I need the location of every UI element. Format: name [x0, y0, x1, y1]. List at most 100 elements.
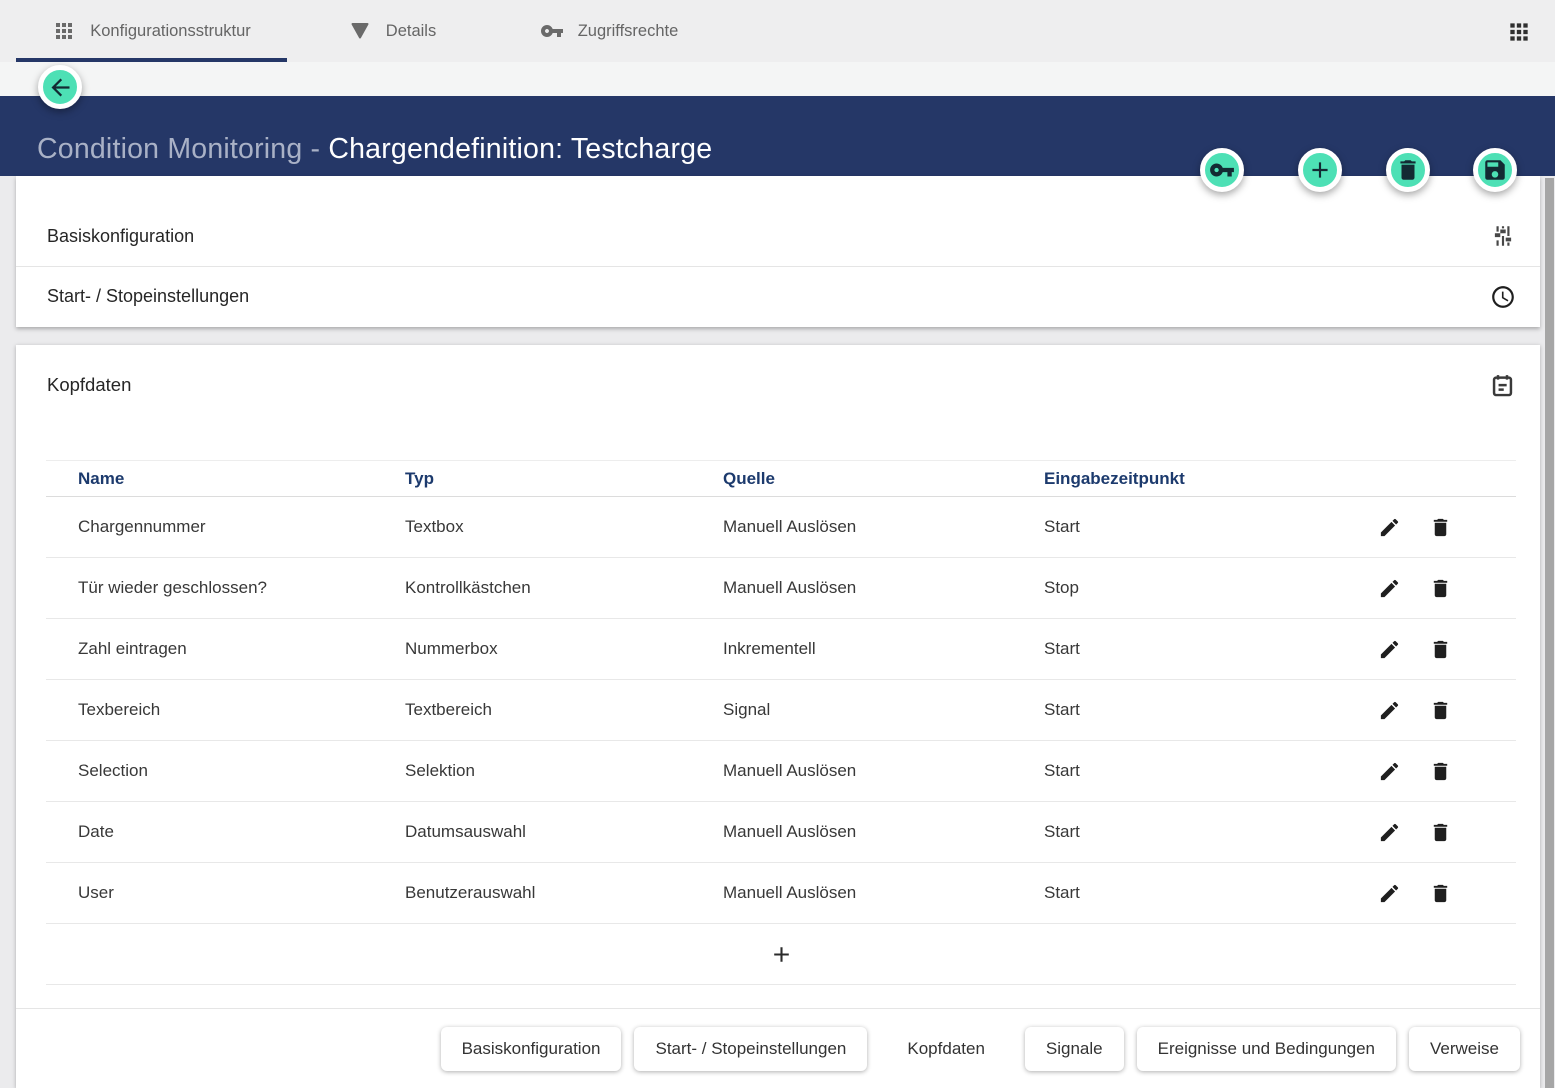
- table-header-row: NameTypQuelleEingabezeitpunkt: [46, 460, 1516, 497]
- cell-typ: Benutzerauswahl: [405, 883, 723, 903]
- key-icon: [540, 19, 564, 43]
- add-row-button[interactable]: [46, 924, 1516, 985]
- edit-icon[interactable]: [1378, 760, 1401, 783]
- footer-button-start-stopeinstellungen[interactable]: Start- / Stopeinstellungen: [634, 1027, 867, 1071]
- tab-label: Details: [386, 22, 436, 41]
- grid-icon: [52, 19, 76, 43]
- calendar-icon: [1489, 372, 1516, 399]
- plus-icon: [769, 942, 794, 967]
- cell-name: Tür wieder geschlossen?: [78, 578, 405, 598]
- scrollbar[interactable]: [1545, 178, 1554, 1088]
- table-row: TexbereichTextbereichSignalStart: [46, 680, 1516, 741]
- bottom-navigation: Basiskonfiguration Start- / Stopeinstellu…: [16, 1008, 1540, 1088]
- table-row: SelectionSelektionManuell AuslösenStart: [46, 741, 1516, 802]
- sliders-icon: [1490, 223, 1516, 249]
- edit-icon[interactable]: [1378, 821, 1401, 844]
- footer-button-signale[interactable]: Signale: [1025, 1027, 1124, 1071]
- cell-eingabezeitpunkt: Start: [1044, 639, 1360, 659]
- clock-icon: [1490, 284, 1516, 310]
- cell-name: Texbereich: [78, 700, 405, 720]
- footer-button-verweise[interactable]: Verweise: [1409, 1027, 1520, 1071]
- cell-typ: Textbox: [405, 517, 723, 537]
- cell-eingabezeitpunkt: Stop: [1044, 578, 1360, 598]
- trash-icon[interactable]: [1429, 699, 1452, 722]
- cell-eingabezeitpunkt: Start: [1044, 883, 1360, 903]
- footer-button-kopfdaten[interactable]: Kopfdaten: [880, 1027, 1012, 1071]
- save-button[interactable]: [1473, 148, 1517, 192]
- key-button[interactable]: [1200, 148, 1244, 192]
- row-actions: [1360, 760, 1516, 783]
- section-label: Basiskonfiguration: [47, 226, 1490, 247]
- top-tab-bar: Konfigurationsstruktur Details Zugriffsrec…: [0, 0, 1555, 62]
- header-spacer: [0, 62, 1555, 96]
- cell-quelle: Inkrementell: [723, 639, 1044, 659]
- funnel-icon: [348, 19, 372, 43]
- kopfdaten-header: Kopfdaten: [47, 369, 1516, 401]
- cell-quelle: Manuell Auslösen: [723, 517, 1044, 537]
- delete-button[interactable]: [1386, 148, 1430, 192]
- tab-details[interactable]: Details: [287, 0, 497, 62]
- row-actions: [1360, 821, 1516, 844]
- edit-icon[interactable]: [1378, 699, 1401, 722]
- kopfdaten-title: Kopfdaten: [47, 374, 1489, 396]
- trash-icon[interactable]: [1429, 577, 1452, 600]
- row-actions: [1360, 882, 1516, 905]
- cell-quelle: Signal: [723, 700, 1044, 720]
- row-actions: [1360, 516, 1516, 539]
- tab-list: Konfigurationsstruktur Details Zugriffsrec…: [16, 0, 721, 62]
- section-row-clock[interactable]: Start- / Stopeinstellungen: [16, 266, 1540, 326]
- table-row: DateDatumsauswahlManuell AuslösenStart: [46, 802, 1516, 863]
- cell-quelle: Manuell Auslösen: [723, 883, 1044, 903]
- plus-icon: [1307, 157, 1333, 183]
- cell-eingabezeitpunkt: Start: [1044, 517, 1360, 537]
- column-header: Name: [78, 469, 405, 489]
- cell-eingabezeitpunkt: Start: [1044, 761, 1360, 781]
- section-row-sliders[interactable]: Basiskonfiguration: [16, 206, 1540, 266]
- cell-quelle: Manuell Auslösen: [723, 822, 1044, 842]
- tab-zugriffsrechte[interactable]: Zugriffsrechte: [497, 0, 721, 62]
- footer-button-ereignisse-und-bedingungen[interactable]: Ereignisse und Bedingungen: [1137, 1027, 1396, 1071]
- row-actions: [1360, 638, 1516, 661]
- cell-name: Zahl eintragen: [78, 639, 405, 659]
- edit-icon[interactable]: [1378, 577, 1401, 600]
- edit-icon[interactable]: [1378, 882, 1401, 905]
- tab-label: Zugriffsrechte: [578, 22, 679, 41]
- table-row: Zahl eintragenNummerboxInkrementellStart: [46, 619, 1516, 680]
- column-header: Typ: [405, 469, 723, 489]
- tab-label: Konfigurationsstruktur: [90, 22, 251, 41]
- cell-quelle: Manuell Auslösen: [723, 578, 1044, 598]
- trash-icon[interactable]: [1429, 882, 1452, 905]
- cell-quelle: Manuell Auslösen: [723, 761, 1044, 781]
- page-title: Condition Monitoring - Chargendefinition…: [37, 133, 712, 166]
- cell-eingabezeitpunkt: Start: [1044, 822, 1360, 842]
- table-row: ChargennummerTextboxManuell AuslösenStar…: [46, 497, 1516, 558]
- add-button[interactable]: [1298, 148, 1342, 192]
- save-icon: [1482, 157, 1508, 183]
- kopfdaten-card: Kopfdaten NameTypQuelleEingabezeitpunkt …: [16, 345, 1540, 1088]
- edit-icon[interactable]: [1378, 516, 1401, 539]
- trash-icon[interactable]: [1429, 638, 1452, 661]
- footer-button-basiskonfiguration[interactable]: Basiskonfiguration: [441, 1027, 622, 1071]
- row-actions: [1360, 577, 1516, 600]
- cell-name: Selection: [78, 761, 405, 781]
- column-header: Quelle: [723, 469, 1044, 489]
- cell-typ: Nummerbox: [405, 639, 723, 659]
- edit-icon[interactable]: [1378, 638, 1401, 661]
- row-actions: [1360, 699, 1516, 722]
- trash-icon[interactable]: [1429, 516, 1452, 539]
- cell-typ: Selektion: [405, 761, 723, 781]
- configuration-sections-card: Basiskonfiguration Start- / Stopeinstellu…: [16, 176, 1540, 327]
- trash-icon[interactable]: [1429, 821, 1452, 844]
- back-button[interactable]: [38, 65, 82, 109]
- trash-icon[interactable]: [1429, 760, 1452, 783]
- section-label: Start- / Stopeinstellungen: [47, 286, 1490, 307]
- table-row: UserBenutzerauswahlManuell AuslösenStart: [46, 863, 1516, 924]
- key-icon: [1209, 157, 1235, 183]
- cell-eingabezeitpunkt: Start: [1044, 700, 1360, 720]
- page-title-prefix: Condition Monitoring -: [37, 133, 328, 165]
- cell-typ: Datumsauswahl: [405, 822, 723, 842]
- apps-grid-icon[interactable]: [1506, 19, 1532, 45]
- column-header: Eingabezeitpunkt: [1044, 469, 1360, 489]
- tab-konfigurationsstruktur[interactable]: Konfigurationsstruktur: [16, 0, 287, 62]
- page-title-main: Chargendefinition: Testcharge: [328, 133, 712, 165]
